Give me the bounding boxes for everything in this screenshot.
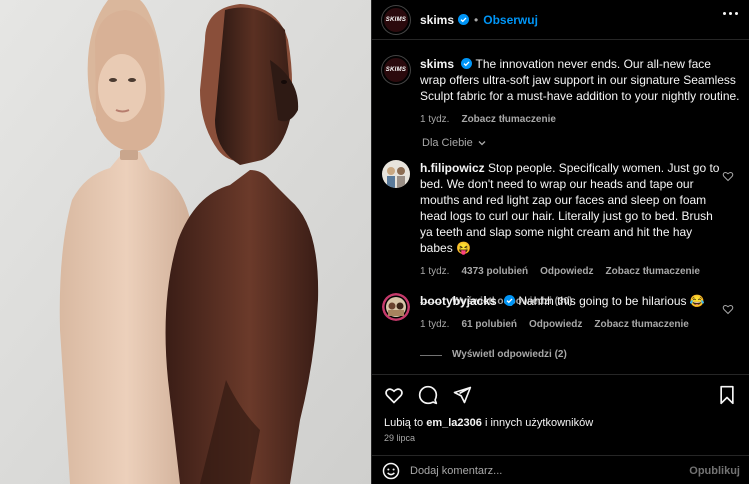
avatar[interactable]: SKIMS xyxy=(382,56,410,84)
likes-prefix: Lubią to xyxy=(384,417,424,429)
post-comment-button[interactable]: Opublikuj xyxy=(689,465,740,477)
reply-button[interactable]: Odpowiedz xyxy=(540,264,593,280)
comment-username[interactable]: h.filipowicz xyxy=(420,161,485,175)
post-panel: SKIMS skims • Obserwuj SKIMS skims The i… xyxy=(371,0,749,484)
verified-badge-icon xyxy=(504,295,516,306)
comment-text: Nahhh this going to be hilarious 😂 xyxy=(518,294,705,308)
likes-summary[interactable]: Lubią to em_la2306 i innych użytkowników xyxy=(384,417,593,429)
username-link[interactable]: skims xyxy=(420,13,454,27)
comment-username[interactable]: bootybyjacks xyxy=(420,294,497,308)
post-photo xyxy=(0,0,371,484)
comment-likes[interactable]: 4373 polubień xyxy=(461,264,528,280)
comment-age: 1 tydz. xyxy=(420,266,450,277)
caption-username[interactable]: skims xyxy=(420,57,454,71)
translate-button[interactable]: Zobacz tłumaczenie xyxy=(461,112,555,128)
add-comment-input[interactable] xyxy=(410,464,690,477)
heart-icon[interactable] xyxy=(722,170,734,182)
post-actions: Lubią to em_la2306 i innych użytkowników… xyxy=(372,374,749,484)
emoji-icon[interactable] xyxy=(382,462,400,480)
comment-filter[interactable]: Dla Ciebie xyxy=(422,137,487,149)
view-replies-label: Wyświetl odpowiedzi (2) xyxy=(452,349,567,360)
more-options-icon[interactable] xyxy=(723,12,738,15)
view-replies-button[interactable]: Wyświetl odpowiedzi (2) xyxy=(420,347,720,363)
post-caption: SKIMS skims The innovation never ends. O… xyxy=(382,56,742,128)
comment-text: Stop people. Specifically women. Just go… xyxy=(420,161,720,255)
translate-button[interactable]: Zobacz tłumaczenie xyxy=(606,264,700,280)
comment-item: h.filipowicz Stop people. Specifically w… xyxy=(382,160,742,310)
comment-age: 1 tydz. xyxy=(420,319,450,330)
comments-scroll[interactable]: SKIMS skims The innovation never ends. O… xyxy=(372,41,749,374)
bookmark-icon[interactable] xyxy=(718,385,736,405)
add-comment-bar: Opublikuj xyxy=(372,455,749,484)
verified-badge-icon xyxy=(461,58,473,69)
verified-badge-icon xyxy=(458,14,470,25)
comment-icon[interactable] xyxy=(418,385,438,405)
post-date: 29 lipca xyxy=(384,433,416,443)
share-icon[interactable] xyxy=(452,385,472,405)
reply-button[interactable]: Odpowiedz xyxy=(529,317,582,333)
caption-age: 1 tydz. xyxy=(420,114,450,125)
avatar[interactable] xyxy=(382,293,410,321)
likes-suffix: i innych użytkowników xyxy=(484,417,594,429)
avatar[interactable] xyxy=(382,160,410,188)
separator-dot: • xyxy=(474,12,479,27)
follow-button[interactable]: Obserwuj xyxy=(483,13,538,27)
filter-label: Dla Ciebie xyxy=(422,137,473,149)
post-header: SKIMS skims • Obserwuj xyxy=(372,0,749,40)
chevron-down-icon xyxy=(478,141,486,146)
translate-button[interactable]: Zobacz tłumaczenie xyxy=(594,317,688,333)
heart-icon[interactable] xyxy=(384,385,404,405)
comment-item: bootybyjacks Nahhh this going to be hila… xyxy=(382,293,742,363)
likes-user[interactable]: em_la2306 xyxy=(426,417,482,429)
heart-icon[interactable] xyxy=(722,303,734,315)
avatar[interactable]: SKIMS xyxy=(382,5,410,34)
comment-likes[interactable]: 61 polubień xyxy=(461,317,517,333)
post-image[interactable] xyxy=(0,0,371,484)
